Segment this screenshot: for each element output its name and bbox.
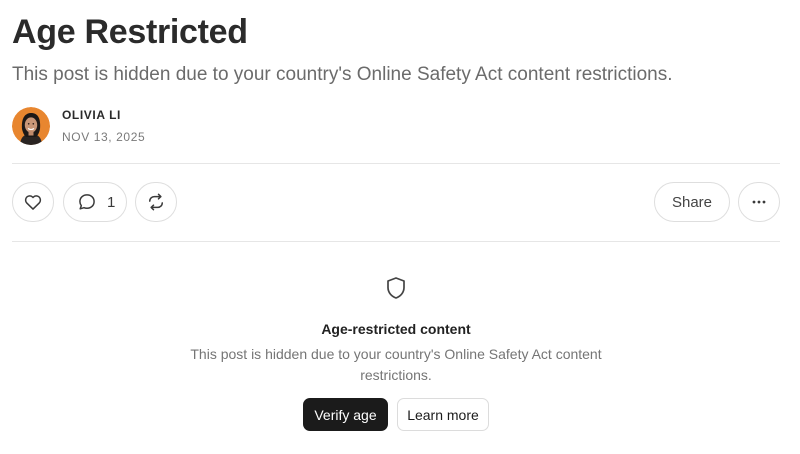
post-date: NOV 13, 2025 <box>62 130 146 144</box>
comment-button[interactable]: 1 <box>63 182 127 222</box>
heart-icon <box>24 195 42 210</box>
comment-bubble-icon <box>79 194 95 210</box>
byline: OLIVIA LI NOV 13, 2025 <box>12 106 145 146</box>
shield-icon <box>387 277 405 299</box>
author-avatar[interactable] <box>12 107 50 145</box>
post-title: Age Restricted <box>12 13 248 51</box>
post-subtitle: This post is hidden due to your country'… <box>12 64 673 85</box>
notice-title: Age-restricted content <box>321 321 471 337</box>
restack-button[interactable] <box>135 182 177 222</box>
divider-bottom <box>12 241 780 242</box>
comment-count: 1 <box>107 193 116 211</box>
author-name[interactable]: OLIVIA LI <box>62 107 145 123</box>
learn-more-button[interactable]: Learn more <box>397 398 489 431</box>
notice-actions: Verify age Learn more <box>303 398 489 431</box>
post-action-bar: 1 Share <box>12 182 780 224</box>
like-button[interactable] <box>12 182 54 222</box>
restack-icon <box>149 193 163 211</box>
verify-age-button[interactable]: Verify age <box>303 398 388 431</box>
divider-top <box>12 163 780 164</box>
author-meta: OLIVIA LI NOV 13, 2025 <box>62 107 145 145</box>
ellipsis-icon <box>752 200 766 204</box>
notice-body: This post is hidden due to your country'… <box>190 346 602 383</box>
share-button[interactable]: Share <box>654 182 730 222</box>
age-restriction-notice: Age-restricted content This post is hidd… <box>0 276 792 431</box>
avatar-portrait-icon <box>12 107 50 145</box>
more-options-button[interactable] <box>738 182 780 222</box>
